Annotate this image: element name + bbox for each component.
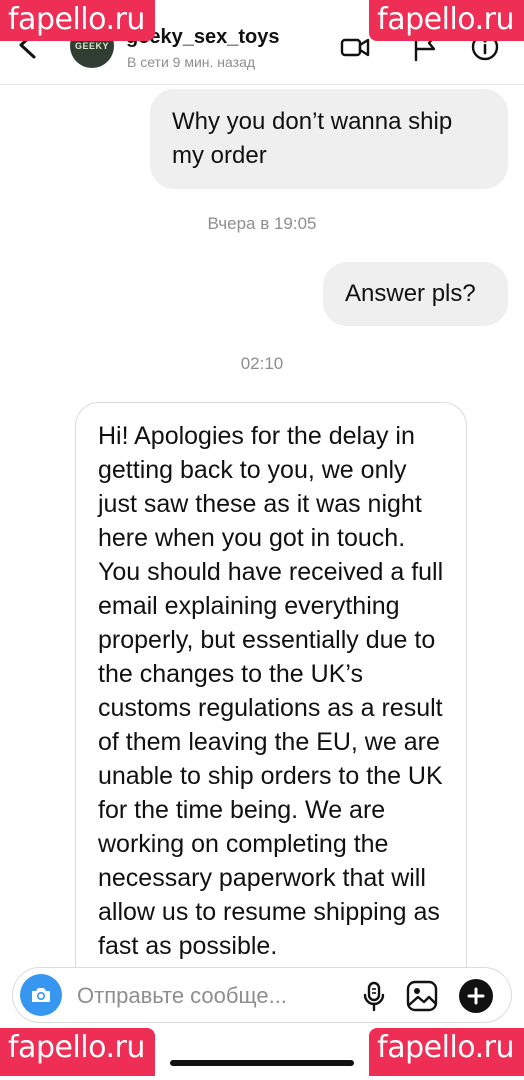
message-timestamp: Вчера в 19:05 — [207, 214, 317, 233]
microphone-icon[interactable] — [359, 980, 389, 1012]
message-composer — [12, 967, 512, 1023]
watermark-top-right: fapello.ru — [369, 0, 524, 41]
online-status: В сети 9 мин. назад — [127, 54, 256, 70]
watermark-bottom-right: fapello.ru — [369, 1028, 524, 1076]
message-outgoing[interactable]: Why you don’t wanna ship my order — [150, 89, 508, 189]
plus-icon — [467, 987, 485, 1005]
gallery-icon[interactable] — [405, 979, 439, 1013]
camera-icon — [32, 988, 50, 1002]
message-input[interactable] — [75, 978, 359, 1014]
home-indicator[interactable] — [170, 1060, 354, 1066]
watermark-bottom-left: fapello.ru — [0, 1028, 155, 1076]
avatar-label: GEEKY — [74, 41, 109, 51]
watermark-top-left: fapello.ru — [0, 0, 155, 41]
dm-screen: GEEKY geeky_sex_toys В сети 9 мин. назад… — [0, 0, 524, 1080]
camera-button[interactable] — [20, 974, 62, 1016]
message-timestamp: 02:10 — [240, 354, 284, 373]
video-call-icon[interactable] — [340, 32, 370, 62]
message-outgoing[interactable]: Answer pls? — [323, 262, 508, 326]
add-button[interactable] — [459, 979, 493, 1013]
message-incoming[interactable]: Hi! Apologies for the delay in getting b… — [75, 402, 467, 1022]
